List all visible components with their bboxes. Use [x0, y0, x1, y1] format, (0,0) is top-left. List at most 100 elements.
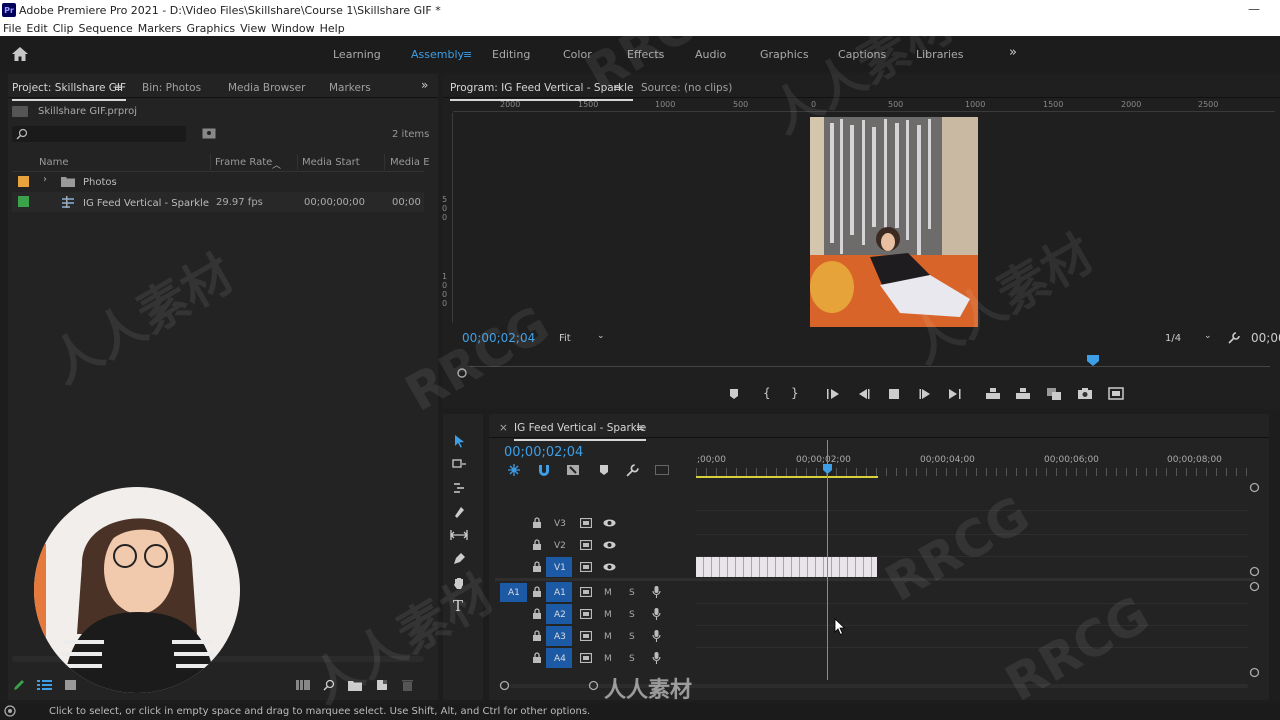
- mute-button[interactable]: M: [604, 654, 612, 664]
- scroll-handle-icon[interactable]: [1249, 566, 1260, 577]
- eye-icon[interactable]: [603, 541, 616, 549]
- lock-icon[interactable]: [532, 539, 542, 550]
- new-item-icon[interactable]: [376, 679, 388, 691]
- tab-project[interactable]: Project: Skillshare GIF: [12, 82, 127, 101]
- ripple-edit-tool-icon[interactable]: [452, 481, 466, 495]
- lock-icon[interactable]: [532, 561, 542, 572]
- video-clip[interactable]: [696, 557, 877, 577]
- step-back-icon[interactable]: [857, 388, 871, 400]
- menu-file[interactable]: File: [3, 22, 21, 35]
- column-media-start[interactable]: Media Start: [302, 157, 360, 168]
- close-icon[interactable]: ×: [499, 422, 508, 434]
- scroll-handle-icon[interactable]: [1249, 482, 1260, 493]
- scroll-handle-icon[interactable]: [1249, 581, 1260, 592]
- solo-button[interactable]: S: [629, 610, 635, 620]
- menu-window[interactable]: Window: [271, 22, 314, 35]
- find-icon[interactable]: [323, 679, 335, 691]
- project-panel-menu-icon[interactable]: ≡: [114, 82, 123, 94]
- selection-tool-icon[interactable]: [452, 434, 466, 448]
- automate-to-sequence-icon[interactable]: [296, 680, 310, 690]
- sync-lock-icon[interactable]: [580, 540, 592, 550]
- mute-button[interactable]: M: [604, 588, 612, 598]
- stop-icon[interactable]: [888, 388, 900, 400]
- scroll-handle-icon[interactable]: [1249, 667, 1260, 678]
- microphone-icon[interactable]: [652, 652, 661, 664]
- column-frame-rate[interactable]: Frame Rate: [215, 157, 272, 168]
- menu-sequence[interactable]: Sequence: [79, 22, 133, 35]
- menu-graphics[interactable]: Graphics: [187, 22, 236, 35]
- chevron-right-icon[interactable]: ›: [43, 174, 47, 185]
- lock-icon[interactable]: [532, 517, 542, 528]
- track-select-tool-icon[interactable]: [452, 458, 466, 470]
- work-area-bar[interactable]: [696, 476, 878, 478]
- timeline-settings-wrench-icon[interactable]: [626, 464, 639, 477]
- add-marker-icon[interactable]: [728, 388, 740, 400]
- eye-icon[interactable]: [603, 519, 616, 527]
- snap-icon[interactable]: [537, 463, 551, 477]
- sync-lock-icon[interactable]: [580, 562, 592, 572]
- zoom-handle-icon[interactable]: [499, 680, 510, 691]
- go-to-in-icon[interactable]: [826, 388, 840, 400]
- lock-icon[interactable]: [532, 652, 542, 663]
- pen-tool-icon[interactable]: [452, 552, 466, 566]
- playhead-marker[interactable]: [1085, 355, 1101, 367]
- workspace-effects[interactable]: Effects: [627, 48, 664, 61]
- project-search-input[interactable]: [12, 126, 186, 142]
- workspace-captions[interactable]: Captions: [838, 48, 886, 61]
- sync-lock-icon[interactable]: [580, 609, 592, 619]
- sync-lock-icon[interactable]: [580, 631, 592, 641]
- lift-icon[interactable]: [985, 387, 1001, 400]
- mark-out-icon[interactable]: }: [791, 386, 799, 400]
- microphone-icon[interactable]: [652, 630, 661, 642]
- add-marker-icon[interactable]: [598, 464, 610, 476]
- new-search-bin-icon[interactable]: [202, 128, 216, 139]
- pencil-icon[interactable]: [12, 678, 26, 692]
- minimize-icon[interactable]: —: [1248, 2, 1260, 16]
- tab-bin-photos[interactable]: Bin: Photos: [142, 82, 201, 94]
- time-ruler-ticks[interactable]: [696, 468, 1251, 476]
- workspace-audio[interactable]: Audio: [695, 48, 726, 61]
- panel-overflow-icon[interactable]: »: [421, 78, 428, 92]
- track-label-v3[interactable]: V3: [554, 519, 566, 529]
- workspace-libraries[interactable]: Libraries: [916, 48, 964, 61]
- menu-view[interactable]: View: [240, 22, 266, 35]
- trash-icon[interactable]: [402, 679, 413, 691]
- tab-sequence[interactable]: IG Feed Vertical - Sparkle: [514, 422, 647, 441]
- solo-button[interactable]: S: [629, 632, 635, 642]
- tab-source[interactable]: Source: (no clips): [641, 82, 732, 94]
- sync-lock-icon[interactable]: [580, 518, 592, 528]
- video-audio-divider[interactable]: [495, 578, 1255, 581]
- mute-button[interactable]: M: [604, 632, 612, 642]
- mark-in-icon[interactable]: {: [763, 386, 771, 400]
- playhead-line[interactable]: [827, 440, 828, 680]
- go-to-out-icon[interactable]: [948, 388, 962, 400]
- comparison-view-icon[interactable]: [1108, 387, 1124, 400]
- lock-icon[interactable]: [532, 586, 542, 597]
- timeline-timecode[interactable]: 00;00;02;04: [504, 445, 583, 460]
- menu-clip[interactable]: Clip: [53, 22, 74, 35]
- program-panel-menu-icon[interactable]: ≡: [613, 82, 622, 94]
- zoom-handle-icon[interactable]: [588, 680, 599, 691]
- new-bin-icon[interactable]: [348, 680, 362, 691]
- menu-edit[interactable]: Edit: [26, 22, 47, 35]
- column-media-end[interactable]: Media E: [390, 157, 430, 168]
- tab-media-browser[interactable]: Media Browser: [228, 82, 305, 94]
- solo-button[interactable]: S: [629, 588, 635, 598]
- workspace-assembly[interactable]: Assembly: [411, 48, 464, 61]
- mini-timeline-track[interactable]: [470, 366, 1270, 367]
- sync-lock-icon[interactable]: [580, 653, 592, 663]
- lock-icon[interactable]: [532, 608, 542, 619]
- captions-icon[interactable]: [655, 465, 669, 475]
- linked-selection-icon[interactable]: [566, 463, 580, 477]
- workspace-overflow-icon[interactable]: »: [1009, 45, 1017, 60]
- wrench-icon[interactable]: [1228, 332, 1240, 344]
- tab-program[interactable]: Program: IG Feed Vertical - Sparkle: [450, 82, 634, 101]
- home-icon[interactable]: [11, 46, 29, 62]
- type-tool-icon[interactable]: T: [453, 597, 463, 615]
- workspace-learning[interactable]: Learning: [333, 48, 381, 61]
- zoom-handle-icon[interactable]: [456, 367, 468, 379]
- insert-icon[interactable]: [1046, 387, 1062, 400]
- sort-up-icon[interactable]: ︿: [272, 158, 281, 171]
- tab-markers[interactable]: Markers: [329, 82, 371, 94]
- sync-lock-icon[interactable]: [580, 587, 592, 597]
